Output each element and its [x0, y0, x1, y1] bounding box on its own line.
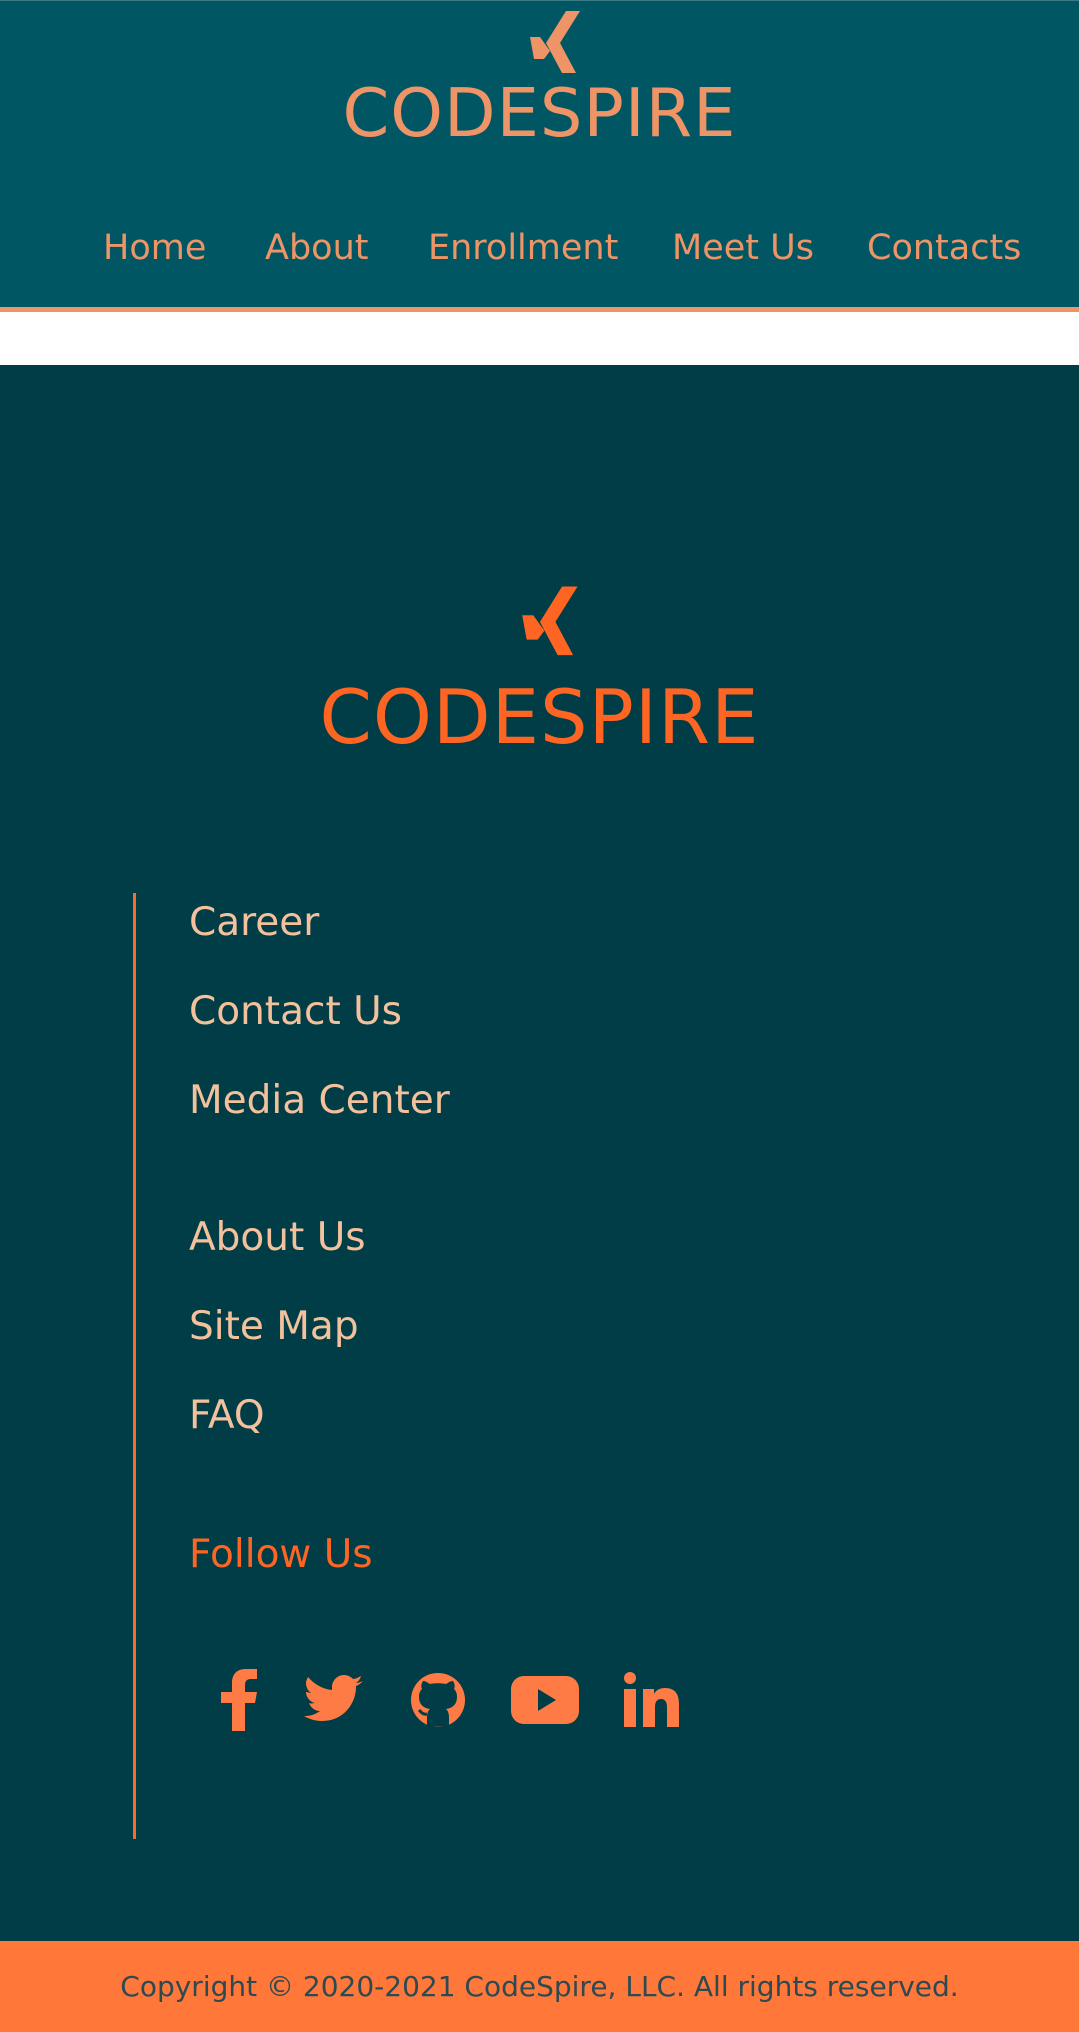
copyright-text: Copyright © 2020-2021 CodeSpire, LLC. Al…: [120, 1970, 959, 2003]
main-nav: Home About Enrollment Meet Us Contacts: [0, 225, 1079, 271]
github-icon[interactable]: [403, 1665, 473, 1735]
footer-link-contact-us[interactable]: Contact Us: [189, 988, 402, 1036]
nav-home[interactable]: Home: [103, 225, 206, 271]
footer-link-site-map[interactable]: Site Map: [189, 1303, 359, 1351]
footer-link-media-center[interactable]: Media Center: [189, 1077, 450, 1125]
nav-meet-us[interactable]: Meet Us: [672, 225, 814, 271]
footer-brand: CODESPIRE: [319, 673, 760, 761]
site-footer: CODESPIRE Career Contact Us Media Center…: [0, 365, 1079, 1941]
footer-link-faq[interactable]: FAQ: [189, 1392, 265, 1440]
nav-about[interactable]: About: [265, 225, 368, 271]
codespire-logo-icon[interactable]: [528, 11, 584, 77]
nav-enrollment[interactable]: Enrollment: [428, 225, 618, 271]
nav-contacts[interactable]: Contacts: [867, 225, 1021, 271]
header-brand[interactable]: CODESPIRE: [0, 75, 1079, 151]
footer-link-about-us[interactable]: About Us: [189, 1214, 366, 1262]
youtube-icon[interactable]: [510, 1665, 580, 1735]
twitter-icon[interactable]: [299, 1665, 369, 1735]
follow-us-heading: Follow Us: [189, 1532, 373, 1577]
site-header: CODESPIRE Home About Enrollment Meet Us …: [0, 0, 1079, 312]
facebook-icon[interactable]: [204, 1665, 274, 1735]
footer-divider: [133, 893, 136, 1839]
footer-link-career[interactable]: Career: [189, 899, 319, 947]
content-spacer: [0, 312, 1079, 365]
codespire-footer-logo-icon: [522, 586, 578, 656]
linkedin-icon[interactable]: [617, 1665, 687, 1735]
copyright-bar: Copyright © 2020-2021 CodeSpire, LLC. Al…: [0, 1941, 1079, 2032]
